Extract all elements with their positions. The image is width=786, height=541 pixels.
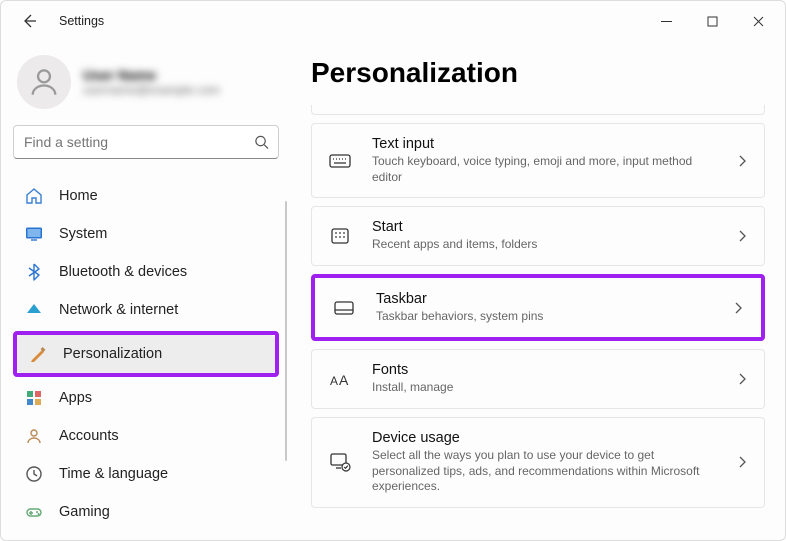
sidebar-item-label: Personalization [63, 346, 162, 362]
sidebar-item-system[interactable]: System [13, 215, 279, 253]
card-title: Text input [372, 136, 718, 152]
card-partial-above[interactable] [311, 105, 765, 115]
card-device-usage[interactable]: Device usage Select all the ways you pla… [311, 417, 765, 508]
clock-icon [23, 465, 45, 483]
nav: Home System Bluetooth & devices Network … [13, 177, 279, 531]
minimize-icon [661, 16, 672, 27]
card-fonts[interactable]: AA Fonts Install, manage [311, 349, 765, 409]
sidebar-item-label: Apps [59, 390, 92, 406]
taskbar-icon [330, 296, 358, 320]
gaming-icon [23, 503, 45, 521]
settings-cards: Text input Touch keyboard, voice typing,… [311, 105, 765, 508]
sidebar-item-bluetooth[interactable]: Bluetooth & devices [13, 253, 279, 291]
back-button[interactable] [13, 5, 45, 37]
sidebar-item-personalization[interactable]: Personalization [17, 335, 275, 373]
sidebar-item-time[interactable]: Time & language [13, 455, 279, 493]
sidebar-item-home[interactable]: Home [13, 177, 279, 215]
page-title: Personalization [311, 57, 765, 89]
home-icon [23, 187, 45, 205]
profile-section[interactable]: User Name username@example.com [17, 55, 279, 109]
card-subtitle: Recent apps and items, folders [372, 237, 718, 253]
personalization-icon [27, 345, 49, 363]
sidebar-item-accounts[interactable]: Accounts [13, 417, 279, 455]
sidebar-item-label: Home [59, 188, 98, 204]
card-text: Device usage Select all the ways you pla… [372, 430, 718, 495]
device-usage-icon [326, 450, 354, 474]
maximize-button[interactable] [689, 5, 735, 37]
highlight-taskbar: Taskbar Taskbar behaviors, system pins [311, 274, 765, 342]
card-title: Start [372, 219, 718, 235]
highlight-personalization: Personalization [13, 331, 279, 377]
profile-name: User Name [83, 67, 220, 83]
sidebar-item-gaming[interactable]: Gaming [13, 493, 279, 531]
card-subtitle: Install, manage [372, 380, 718, 396]
card-subtitle: Taskbar behaviors, system pins [376, 309, 714, 325]
sidebar-item-label: Time & language [59, 466, 168, 482]
close-icon [753, 16, 764, 27]
sidebar-item-label: Accounts [59, 428, 119, 444]
close-button[interactable] [735, 5, 781, 37]
sidebar: User Name username@example.com Home Syst… [1, 41, 291, 540]
card-title: Taskbar [376, 291, 714, 307]
system-icon [23, 225, 45, 243]
arrow-left-icon [21, 13, 37, 29]
window-title: Settings [59, 14, 104, 28]
main-panel: Personalization Text input Touch keyboar… [291, 41, 785, 540]
wifi-icon [23, 301, 45, 319]
maximize-icon [707, 16, 718, 27]
avatar [17, 55, 71, 109]
card-start[interactable]: Start Recent apps and items, folders [311, 206, 765, 266]
chevron-right-icon [736, 373, 748, 385]
titlebar: Settings [1, 1, 785, 41]
card-title: Device usage [372, 430, 718, 446]
card-title: Fonts [372, 362, 718, 378]
fonts-icon: AA [326, 367, 354, 391]
card-text-input[interactable]: Text input Touch keyboard, voice typing,… [311, 123, 765, 198]
chevron-right-icon [736, 155, 748, 167]
search-wrapper [13, 125, 279, 159]
svg-text:A: A [339, 372, 349, 388]
svg-text:A: A [330, 374, 338, 388]
sidebar-item-label: Gaming [59, 504, 110, 520]
card-text: Taskbar Taskbar behaviors, system pins [376, 291, 714, 325]
sidebar-item-label: System [59, 226, 107, 242]
card-text: Text input Touch keyboard, voice typing,… [372, 136, 718, 185]
card-subtitle: Touch keyboard, voice typing, emoji and … [372, 154, 718, 185]
minimize-button[interactable] [643, 5, 689, 37]
sidebar-item-label: Network & internet [59, 302, 178, 318]
apps-icon [23, 389, 45, 407]
start-icon [326, 224, 354, 248]
sidebar-item-apps[interactable]: Apps [13, 379, 279, 417]
card-subtitle: Select all the ways you plan to use your… [372, 448, 718, 495]
chevron-right-icon [732, 302, 744, 314]
card-text: Fonts Install, manage [372, 362, 718, 396]
profile-email: username@example.com [83, 83, 220, 97]
sidebar-scrollbar[interactable] [285, 201, 287, 461]
chevron-right-icon [736, 230, 748, 242]
bluetooth-icon [23, 263, 45, 281]
card-taskbar[interactable]: Taskbar Taskbar behaviors, system pins [315, 278, 761, 338]
sidebar-item-network[interactable]: Network & internet [13, 291, 279, 329]
chevron-right-icon [736, 456, 748, 468]
window-controls [643, 5, 781, 37]
card-text: Start Recent apps and items, folders [372, 219, 718, 253]
accounts-icon [23, 427, 45, 445]
sidebar-item-label: Bluetooth & devices [59, 264, 187, 280]
keyboard-icon [326, 149, 354, 173]
user-icon [27, 65, 61, 99]
search-input[interactable] [13, 125, 279, 159]
profile-text: User Name username@example.com [83, 67, 220, 97]
